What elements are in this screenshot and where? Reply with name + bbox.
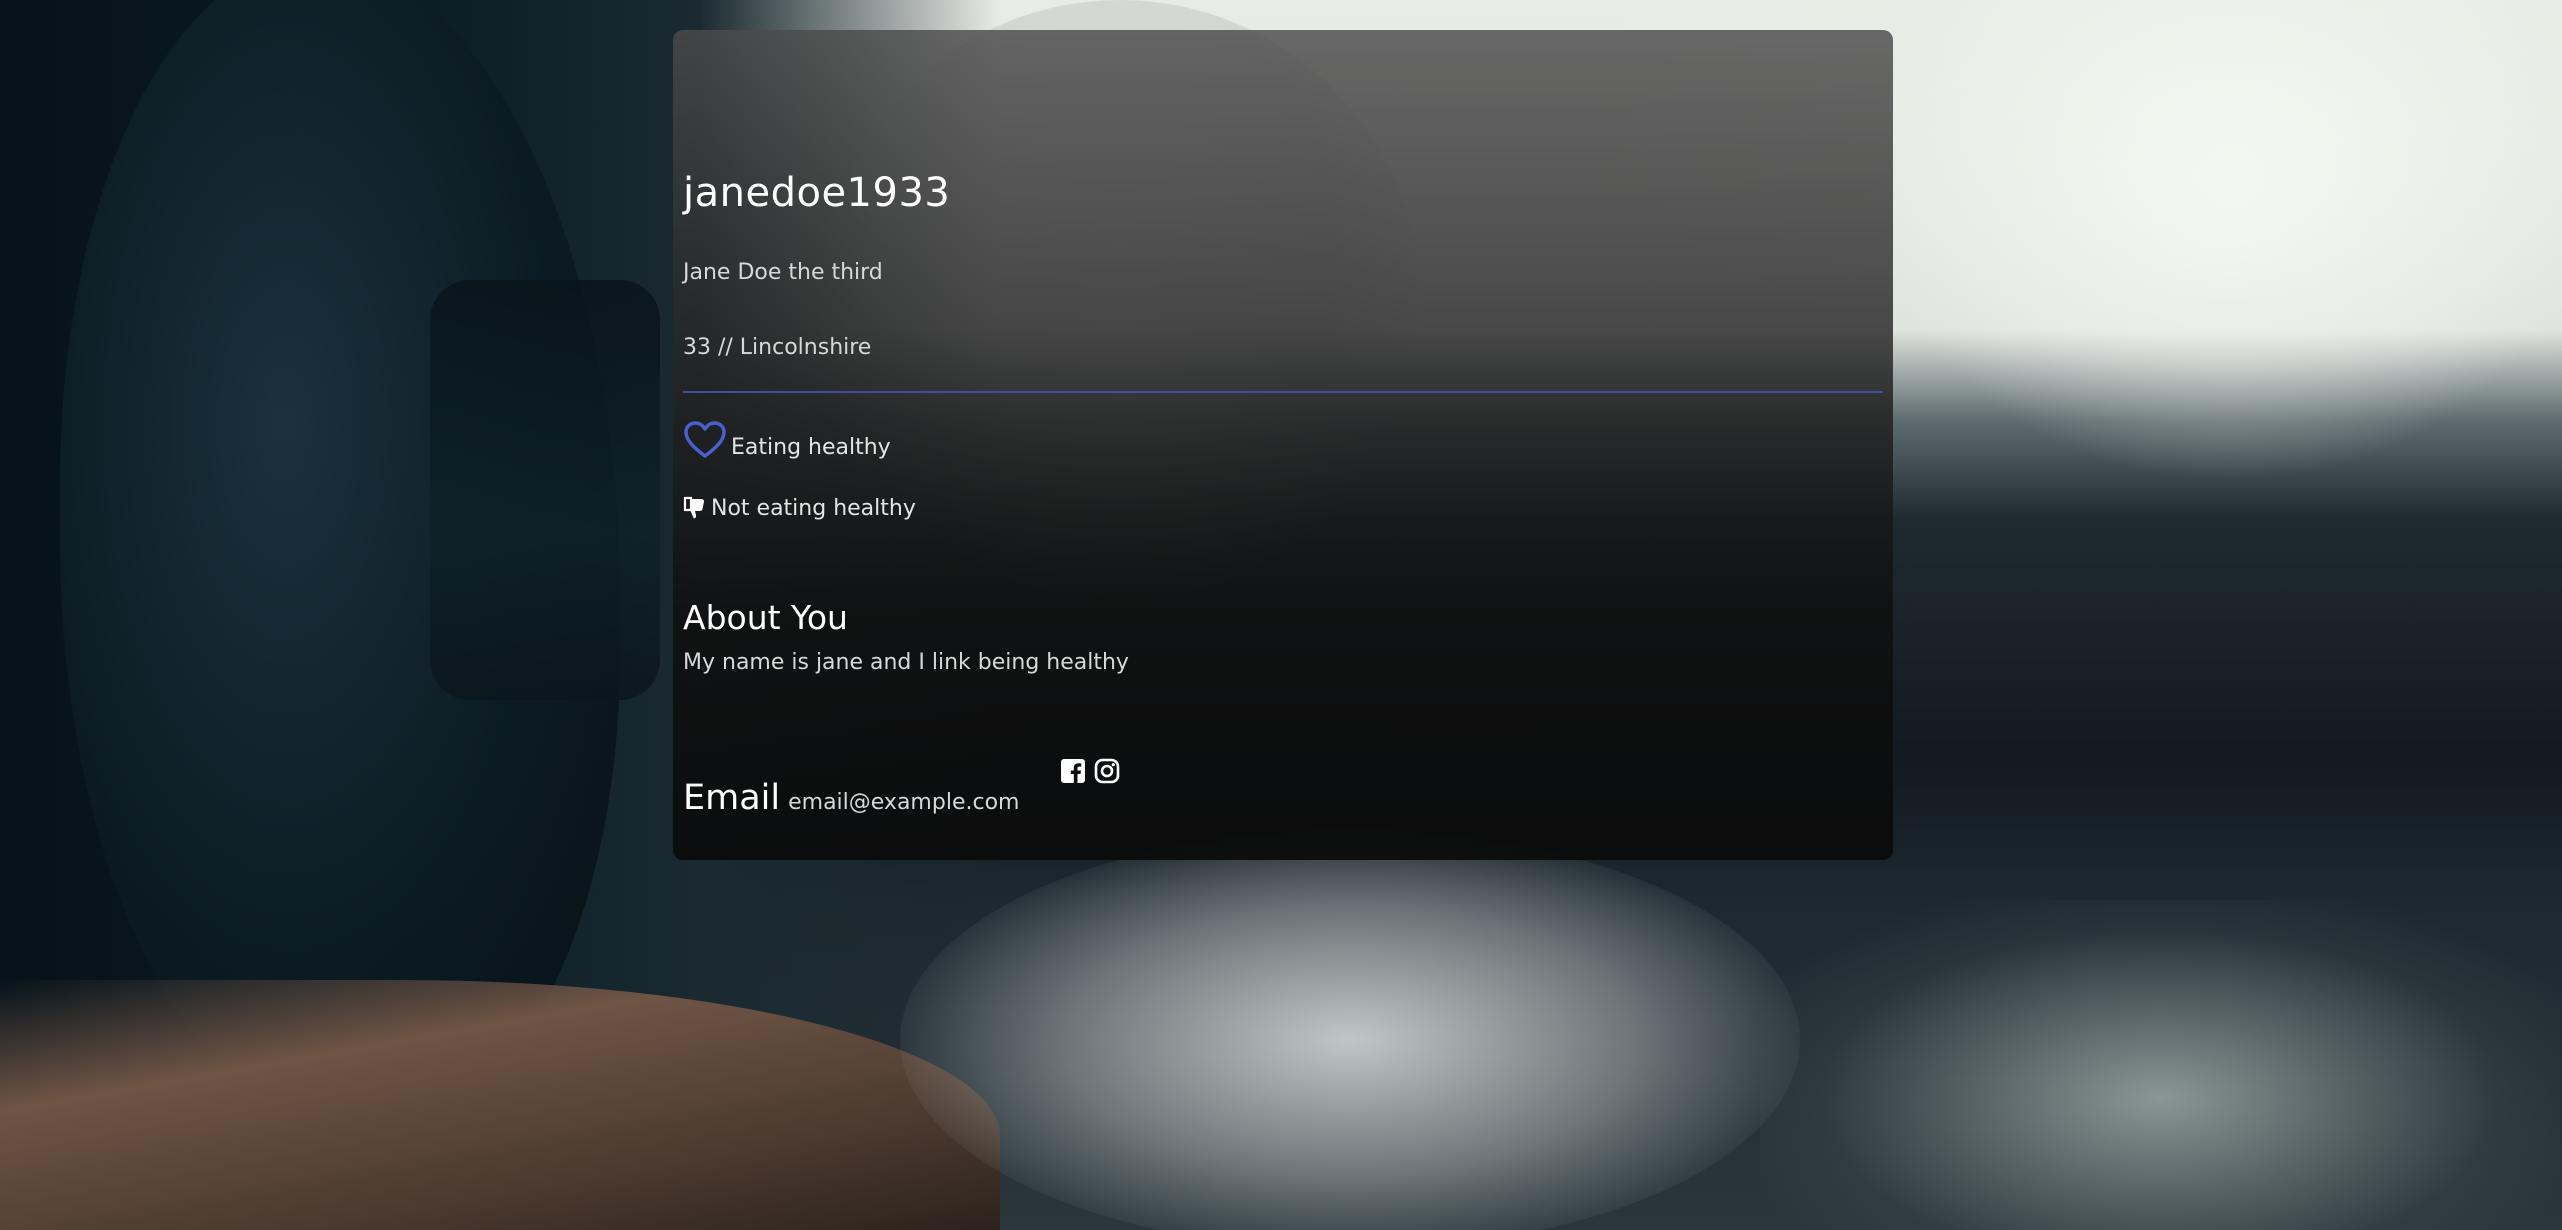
goal-eating-healthy: Eating healthy	[683, 420, 891, 460]
background-smoke-lower	[900, 830, 1800, 1230]
profile-age-location: 33 // Lincolnshire	[683, 335, 872, 360]
about-title: About You	[683, 598, 848, 637]
email-label: Email	[683, 778, 781, 818]
background-glasses	[430, 280, 660, 700]
goal-bad-label: Not eating healthy	[711, 496, 916, 521]
email-value[interactable]: email@example.com	[788, 790, 1019, 815]
background-glass	[1760, 900, 2560, 1230]
goal-not-eating-healthy: Not eating healthy	[683, 495, 916, 521]
contact-row: Email email@example.com	[683, 778, 1019, 818]
profile-card: janedoe1933 Jane Doe the third 33 // Lin…	[673, 30, 1893, 860]
social-links	[1060, 758, 1120, 784]
about-text: My name is jane and I link being healthy	[683, 650, 1129, 675]
facebook-icon[interactable]	[1060, 758, 1086, 784]
instagram-icon[interactable]	[1094, 758, 1120, 784]
heart-icon[interactable]	[683, 420, 727, 460]
thumbs-down-icon[interactable]	[683, 495, 707, 521]
profile-full-name: Jane Doe the third	[683, 260, 883, 285]
profile-username: janedoe1933	[683, 170, 951, 216]
goal-good-label: Eating healthy	[731, 435, 891, 460]
divider	[683, 391, 1883, 393]
